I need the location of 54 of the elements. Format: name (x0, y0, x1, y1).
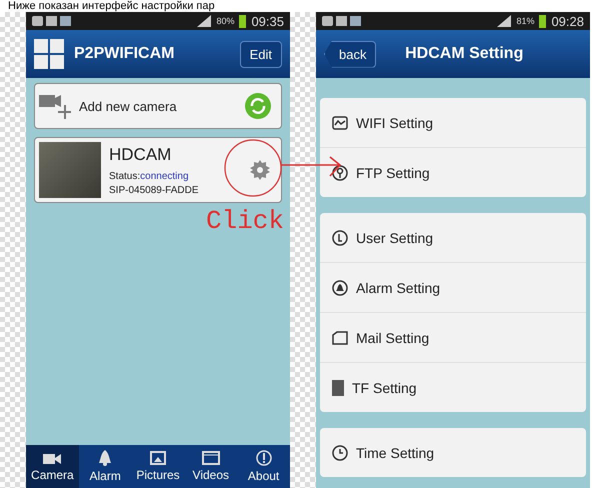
settings-item[interactable]: FTP Setting (320, 147, 586, 197)
nav-tab[interactable]: Pictures (132, 445, 184, 488)
nav-tab[interactable]: About (237, 445, 290, 488)
signal-icon (497, 15, 512, 27)
camera-id: SIP-045089-FADDE (109, 184, 200, 196)
screen-title: HDCAM Setting (404, 45, 524, 63)
edit-button[interactable]: Edit (240, 40, 282, 68)
battery-text: 80% (216, 16, 234, 26)
notification-icons (322, 15, 362, 27)
grid-logo-icon (34, 39, 64, 69)
status-value: connecting (140, 170, 189, 182)
clock-icon (332, 444, 348, 460)
bell-icon (332, 280, 348, 296)
nav-tab[interactable]: Camera (26, 445, 79, 488)
notification-icons (32, 15, 72, 27)
add-camera-label: Add new camera (79, 98, 178, 114)
annotation-text: Click (206, 206, 284, 236)
camera-card[interactable]: HDCAM Status:connecting SIP-045089-FADDE (34, 137, 282, 203)
bell-icon (98, 450, 112, 466)
film-icon (202, 451, 220, 465)
clock-text: 09:28 (551, 14, 584, 28)
nav-tab[interactable]: Videos (184, 445, 238, 488)
annotation-circle (224, 139, 282, 197)
add-camera-card[interactable]: Add new camera (34, 83, 282, 129)
settings-item[interactable]: Time Setting (320, 428, 586, 477)
caption-text: Ниже показан интерфейс настройки пар (7, 0, 216, 12)
tree-icon (332, 164, 348, 180)
status-label: Status: (109, 170, 140, 182)
settings-item[interactable]: User Setting (320, 213, 586, 262)
signal-icon (197, 15, 212, 27)
info-icon (256, 450, 272, 466)
memory-card-icon (332, 380, 344, 396)
battery-icon (539, 14, 546, 28)
battery-text: 81% (516, 16, 534, 26)
mail-icon (332, 330, 348, 344)
settings-item[interactable]: WIFI Setting (320, 98, 586, 147)
battery-icon (239, 14, 246, 28)
nav-tab[interactable]: Alarm (78, 445, 132, 488)
settings-item[interactable]: TF Setting (320, 362, 586, 412)
add-camera-icon (39, 93, 71, 119)
camera-name: HDCAM (109, 144, 172, 164)
back-button[interactable]: back (324, 40, 376, 68)
wave-icon (332, 116, 348, 130)
app-title: P2PWIFICAM (74, 45, 176, 63)
user-icon (332, 230, 348, 246)
settings-item[interactable]: Mail Setting (320, 312, 586, 362)
settings-icon[interactable] (249, 159, 271, 181)
video-camera-icon (43, 451, 62, 465)
picture-icon (150, 451, 166, 465)
refresh-icon (245, 93, 271, 119)
clock-text: 09:35 (251, 14, 284, 28)
photo-placeholder (39, 142, 101, 198)
settings-item[interactable]: Alarm Setting (320, 262, 586, 312)
annotation-arrow (280, 156, 342, 177)
